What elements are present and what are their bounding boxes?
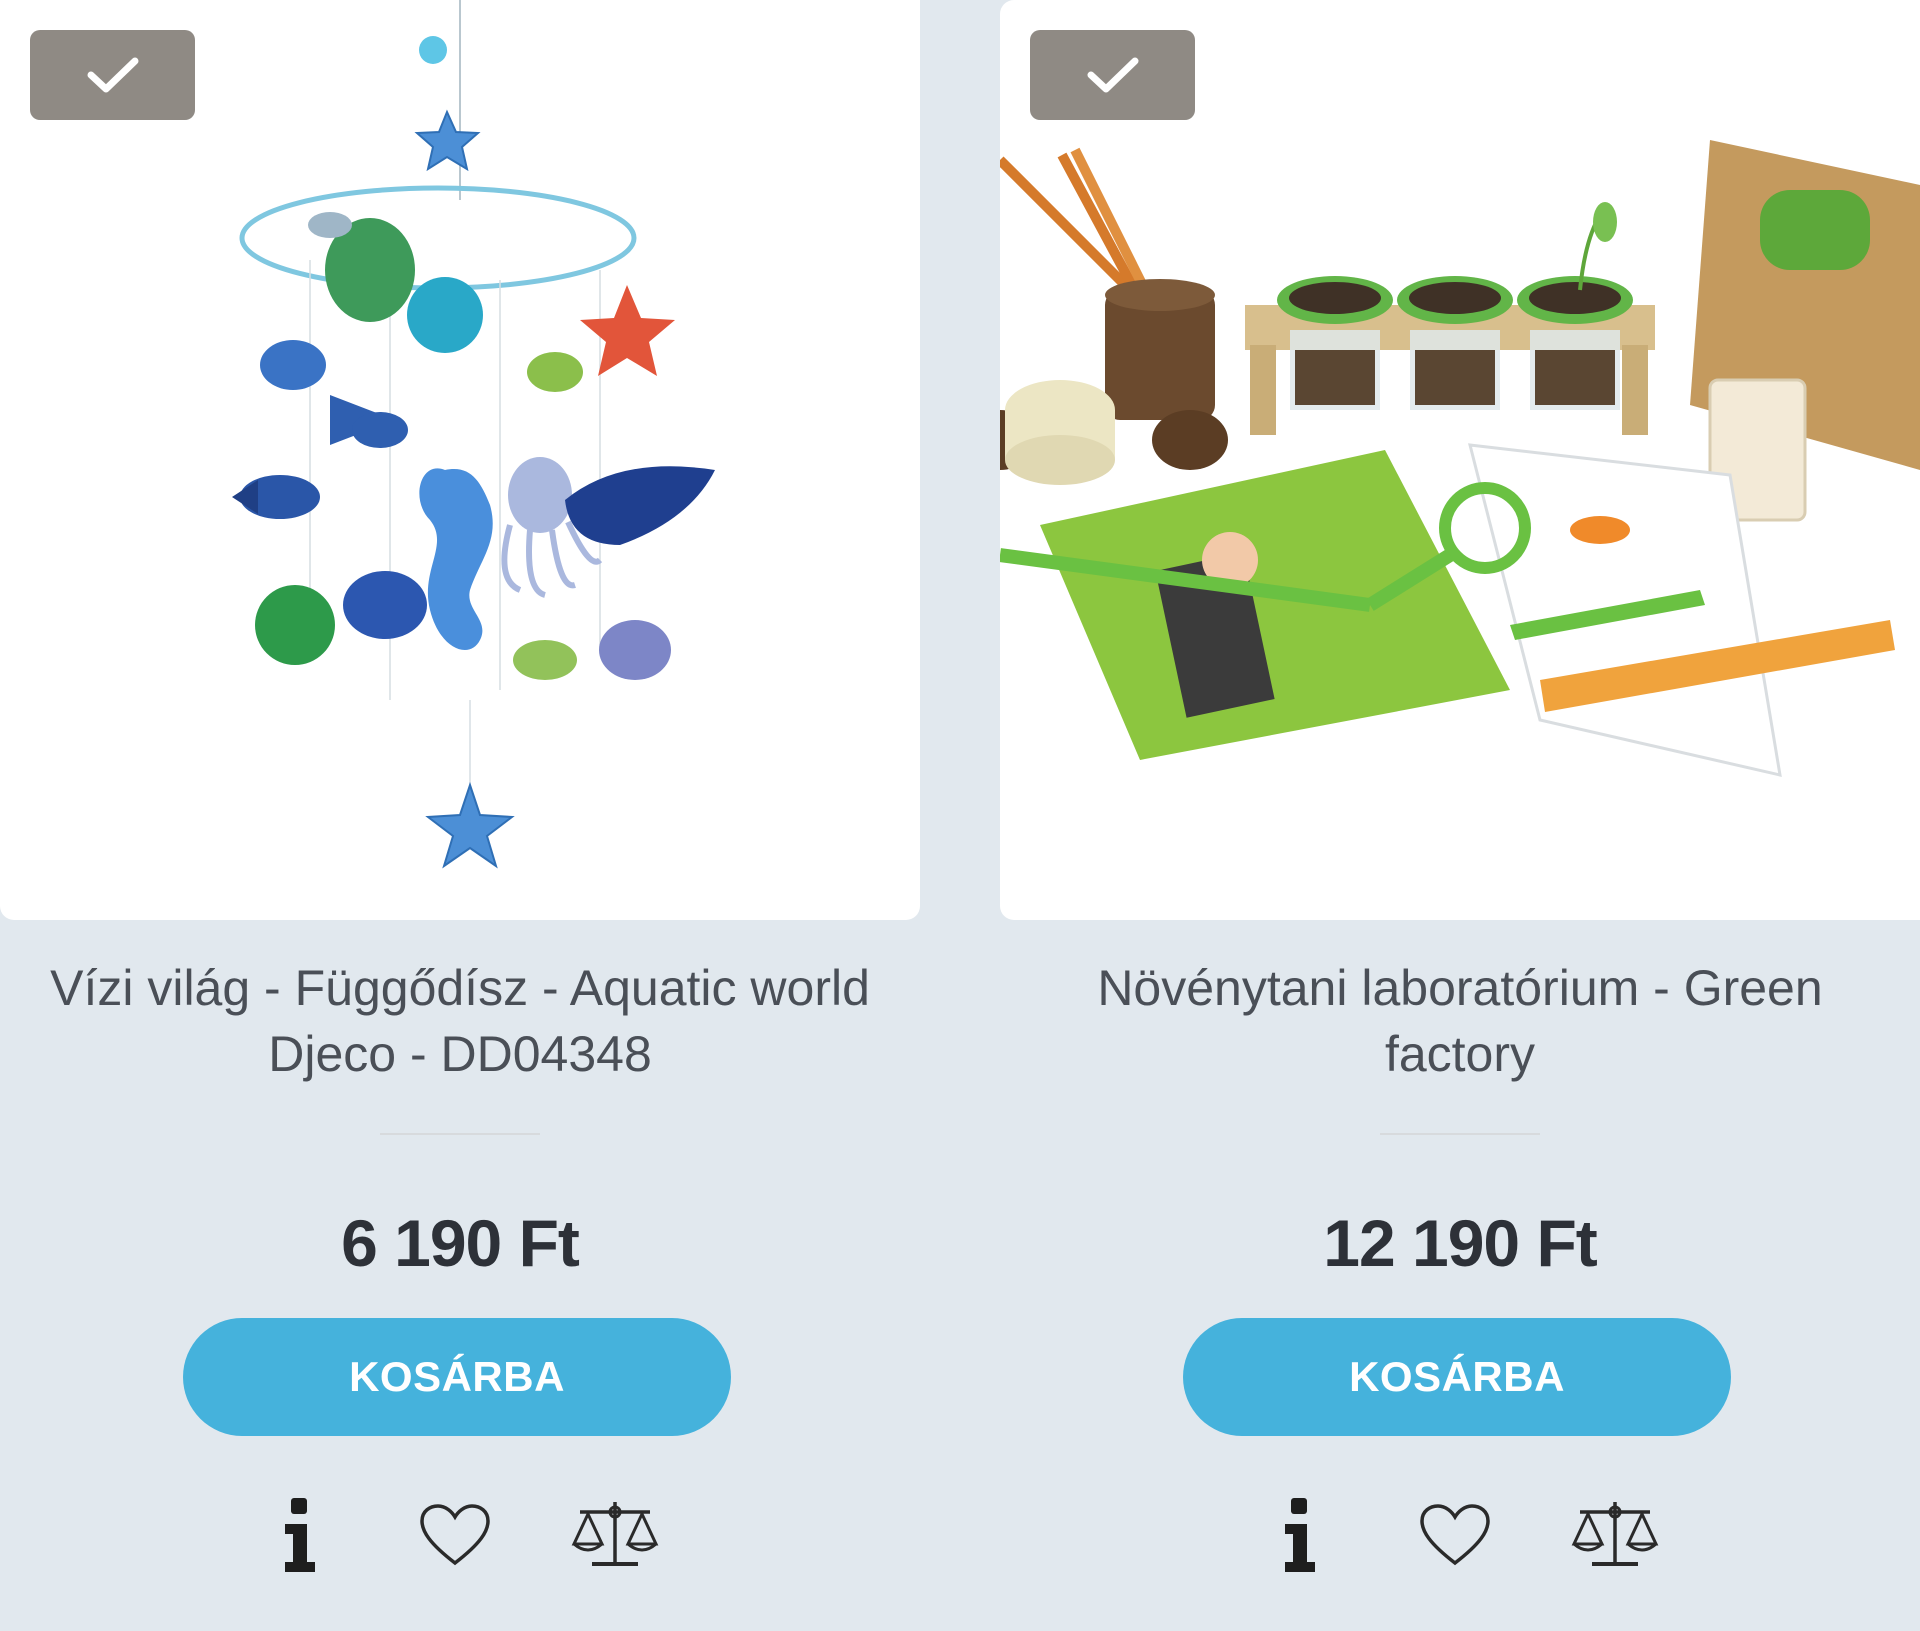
product-grid: Vízi világ - Függődísz - Aquatic world D… bbox=[0, 0, 1920, 1631]
selected-badge[interactable] bbox=[30, 30, 195, 120]
product-image-link[interactable] bbox=[1000, 0, 1920, 920]
wishlist-button[interactable] bbox=[410, 1490, 500, 1580]
info-icon bbox=[1285, 1498, 1315, 1572]
add-to-cart-button[interactable]: KOSÁRBA bbox=[183, 1318, 731, 1436]
product-image bbox=[232, 0, 715, 869]
product-card: Növénytani laboratórium - Green factory … bbox=[1000, 0, 1920, 1631]
scale-icon bbox=[1571, 1502, 1659, 1566]
info-icon bbox=[285, 1498, 315, 1572]
product-price: 6 190 Ft bbox=[341, 1206, 580, 1280]
info-button[interactable] bbox=[1270, 1490, 1330, 1580]
product-image-link[interactable] bbox=[0, 0, 920, 920]
wishlist-button[interactable] bbox=[1410, 1490, 1500, 1580]
product-title[interactable]: Növénytani laboratórium - Green factory bbox=[1000, 955, 1920, 1087]
heart-icon bbox=[420, 1504, 490, 1566]
product-card: Vízi világ - Függődísz - Aquatic world D… bbox=[0, 0, 920, 1631]
compare-button[interactable] bbox=[565, 1490, 665, 1580]
scale-icon bbox=[571, 1502, 659, 1566]
divider bbox=[1380, 1133, 1540, 1135]
product-actions bbox=[0, 1490, 920, 1580]
add-to-cart-button[interactable]: KOSÁRBA bbox=[1183, 1318, 1731, 1436]
selected-badge[interactable] bbox=[1030, 30, 1195, 120]
divider bbox=[380, 1133, 540, 1135]
product-title[interactable]: Vízi világ - Függődísz - Aquatic world D… bbox=[0, 955, 920, 1087]
info-button[interactable] bbox=[270, 1490, 330, 1580]
heart-icon bbox=[1420, 1504, 1490, 1566]
check-icon bbox=[1087, 57, 1138, 93]
compare-button[interactable] bbox=[1565, 1490, 1665, 1580]
product-price: 12 190 Ft bbox=[1323, 1206, 1598, 1280]
product-actions bbox=[1000, 1490, 1920, 1580]
product-image bbox=[1000, 140, 1920, 777]
check-icon bbox=[87, 57, 138, 93]
